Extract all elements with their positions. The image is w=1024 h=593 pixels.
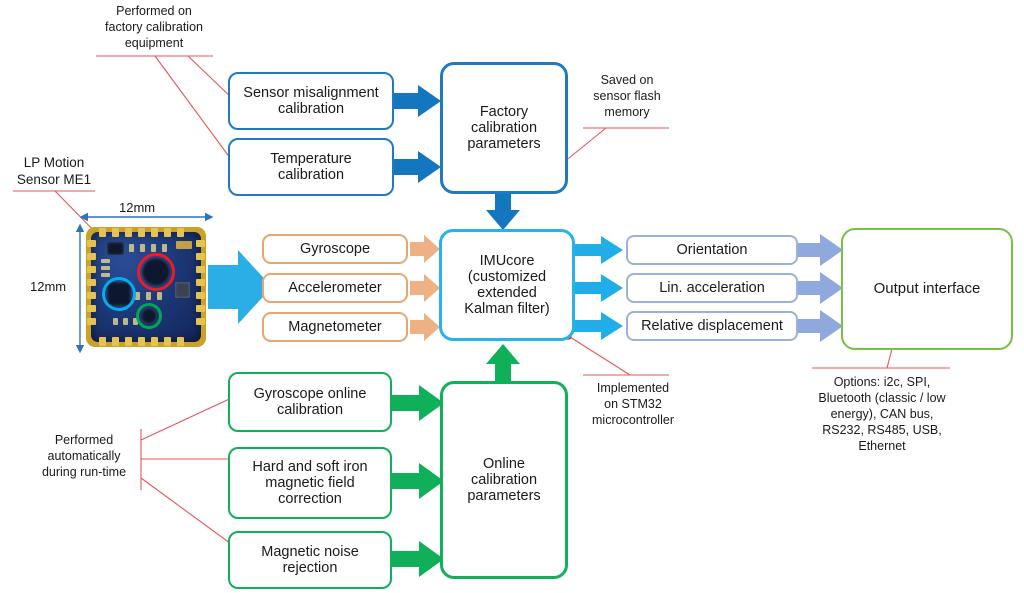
leader-saved-note bbox=[552, 127, 669, 172]
annotation-line: Sensor ME1 bbox=[16, 171, 92, 187]
box-temperature-calibration[interactable]: Temperature calibration bbox=[228, 138, 394, 196]
box-accelerometer[interactable]: Accelerometer bbox=[262, 273, 408, 303]
annotation-line: Performed bbox=[54, 433, 114, 447]
gyroscope-marker bbox=[102, 277, 136, 311]
box-line: Gyroscope bbox=[299, 240, 371, 257]
box-line: IMUcore bbox=[479, 252, 535, 269]
arrow-core-to-linear-acceleration bbox=[574, 274, 623, 302]
arrow-gyro-online-to-params bbox=[392, 385, 444, 421]
arrow-magnetometer-to-core bbox=[410, 313, 440, 341]
box-line: calibration bbox=[470, 471, 538, 488]
box-magnetic-noise-rejection[interactable]: Magnetic noise rejection bbox=[228, 531, 392, 589]
diagram-canvas: 12mm 12mm Performed on factory calibrati… bbox=[0, 0, 1024, 593]
annotation-line: sensor flash bbox=[593, 89, 661, 103]
box-output-relative-displacement[interactable]: Relative displacement bbox=[626, 311, 798, 341]
annotation-line: Options: i2c, SPI, bbox=[833, 375, 931, 389]
box-factory-calibration-parameters[interactable]: Factory calibration parameters bbox=[440, 62, 568, 194]
annotation-line: memory bbox=[604, 105, 650, 119]
arrow-linear-acceleration-to-interface bbox=[798, 272, 843, 304]
box-output-linear-acceleration[interactable]: Lin. acceleration bbox=[626, 273, 798, 303]
board-width-label: 12mm bbox=[119, 200, 156, 215]
board-height-label: 12mm bbox=[30, 279, 67, 294]
box-line: parameters bbox=[467, 136, 541, 153]
annotation-saved-note: Saved on sensor flash memory bbox=[583, 72, 671, 120]
box-line: correction bbox=[278, 491, 342, 508]
annotation-line: microcontroller bbox=[592, 413, 674, 427]
box-line: calibration bbox=[470, 119, 538, 136]
box-line: Sensor misalignment bbox=[243, 84, 379, 101]
box-line: Lin. acceleration bbox=[659, 279, 765, 296]
box-line: Output interface bbox=[873, 279, 981, 297]
arrow-core-to-relative-displacement bbox=[574, 312, 623, 340]
box-line: calibration bbox=[276, 402, 344, 418]
arrow-accelerometer-to-core bbox=[410, 274, 440, 302]
box-line: Accelerometer bbox=[288, 279, 382, 296]
sensor-board-image bbox=[85, 226, 207, 348]
box-line: Factory bbox=[479, 103, 529, 120]
box-sensor-misalignment-calibration[interactable]: Sensor misalignment calibration bbox=[228, 72, 394, 130]
box-line: (customized bbox=[467, 268, 547, 285]
box-line: rejection bbox=[282, 560, 338, 576]
leader-runtime-note bbox=[140, 394, 239, 550]
annotation-line: Ethernet bbox=[858, 439, 906, 453]
arrow-orientation-to-interface bbox=[798, 234, 843, 266]
arrow-iron-correction-to-params bbox=[392, 463, 444, 499]
box-line: Magnetometer bbox=[288, 318, 382, 335]
annotation-line: RS232, RS485, USB, bbox=[822, 423, 942, 437]
annotation-line: factory calibration bbox=[105, 20, 203, 34]
box-line: Online bbox=[483, 455, 525, 472]
leader-factory-note bbox=[96, 55, 237, 167]
box-hard-soft-iron-correction[interactable]: Hard and soft iron magnetic field correc… bbox=[228, 447, 392, 519]
box-line: Relative displacement bbox=[641, 317, 783, 334]
box-line: extended bbox=[477, 285, 537, 301]
annotation-line: equipment bbox=[124, 36, 184, 50]
box-line: Kalman filter) bbox=[464, 301, 550, 318]
annotation-line: energy), CAN bus, bbox=[830, 407, 934, 421]
box-gyroscope-online-calibration[interactable]: Gyroscope online calibration bbox=[228, 372, 392, 432]
box-gyroscope[interactable]: Gyroscope bbox=[262, 234, 408, 264]
box-output-orientation[interactable]: Orientation bbox=[626, 235, 798, 265]
box-line: Orientation bbox=[676, 241, 748, 258]
annotation-line: Bluetooth (classic / low bbox=[818, 391, 946, 405]
arrow-relative-displacement-to-interface bbox=[798, 310, 843, 342]
arrow-temperature-to-factory bbox=[392, 151, 441, 183]
box-line: Temperature bbox=[270, 150, 352, 167]
arrow-misalignment-to-factory bbox=[392, 85, 441, 117]
box-line: magnetic field bbox=[265, 474, 355, 491]
annotation-runtime-note: Performed automatically during run-time bbox=[32, 432, 136, 480]
annotation-line: automatically bbox=[47, 449, 121, 463]
leader-implemented-note bbox=[569, 336, 669, 376]
annotation-factory-note: Performed on factory calibration equipme… bbox=[88, 3, 220, 51]
box-line: parameters bbox=[467, 488, 541, 505]
box-magnetometer[interactable]: Magnetometer bbox=[262, 312, 408, 342]
box-line: Hard and soft iron bbox=[252, 458, 368, 475]
magnetometer-marker bbox=[136, 303, 162, 329]
annotation-implemented-note: Implemented on STM32 microcontroller bbox=[583, 380, 683, 428]
box-line: Gyroscope online bbox=[253, 385, 367, 402]
arrow-online-params-to-core bbox=[486, 344, 520, 382]
annotation-line: during run-time bbox=[41, 465, 127, 479]
annotation-options-note: Options: i2c, SPI, Bluetooth (classic / … bbox=[810, 374, 954, 454]
accelerometer-marker bbox=[137, 253, 175, 291]
box-imucore[interactable]: IMUcore (customized extended Kalman filt… bbox=[439, 229, 575, 341]
box-online-calibration-parameters[interactable]: Online calibration parameters bbox=[440, 381, 568, 579]
arrow-factory-to-core bbox=[486, 192, 520, 230]
box-output-interface[interactable]: Output interface bbox=[841, 228, 1013, 350]
sensor-device-label: LP Motion Sensor ME1 bbox=[8, 155, 100, 189]
arrow-noise-rejection-to-params bbox=[392, 541, 444, 577]
annotation-line: on STM32 bbox=[604, 397, 662, 411]
annotation-line: Performed on bbox=[116, 4, 192, 18]
arrow-gyroscope-to-core bbox=[410, 235, 440, 263]
box-line: calibration bbox=[277, 167, 345, 183]
box-line: Magnetic noise bbox=[261, 543, 359, 560]
annotation-line: Implemented bbox=[596, 381, 670, 395]
box-line: calibration bbox=[277, 101, 345, 117]
annotation-line: Saved on bbox=[600, 73, 654, 87]
arrow-core-to-orientation bbox=[574, 236, 623, 264]
annotation-line: LP Motion bbox=[23, 155, 85, 170]
